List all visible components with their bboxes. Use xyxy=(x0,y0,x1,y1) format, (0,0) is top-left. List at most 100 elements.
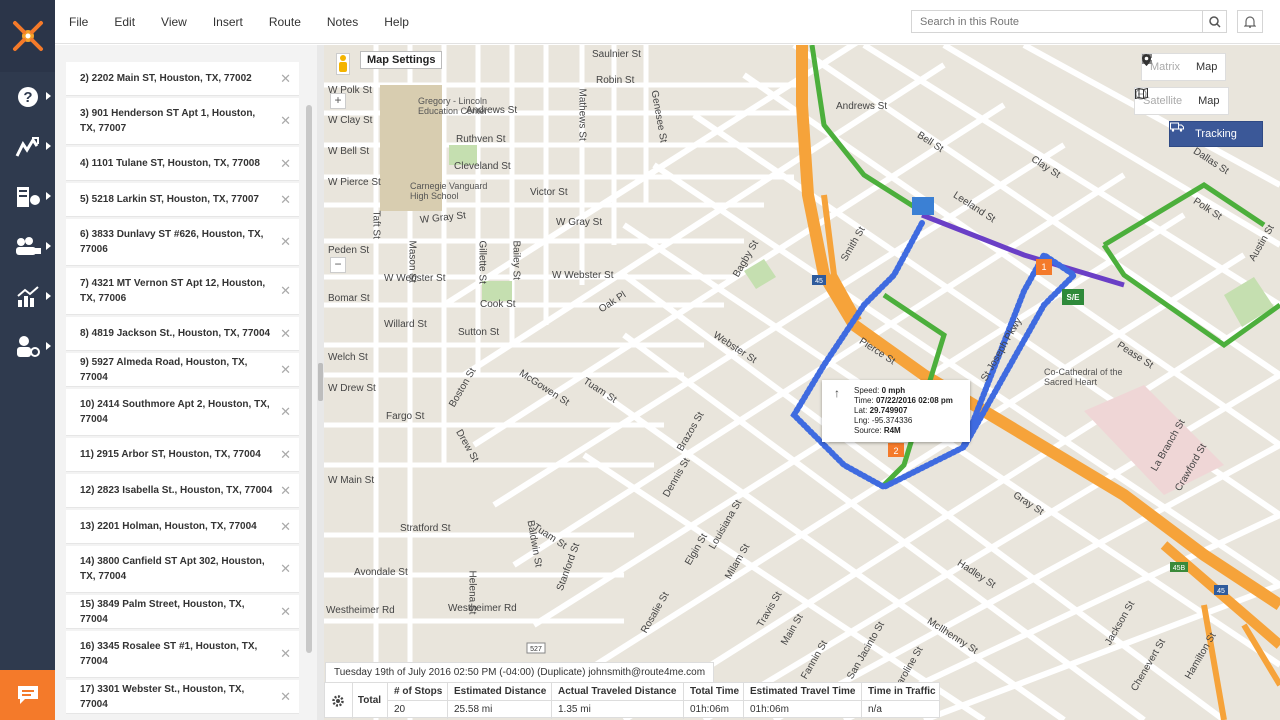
stat-time-in-traffic: Time in Traffic n/a xyxy=(861,683,940,719)
stat-header: # of Stops xyxy=(388,683,447,701)
route4me-logo[interactable] xyxy=(0,0,55,72)
remove-stop-icon[interactable]: ✕ xyxy=(280,283,291,299)
stop-address: 12) 2823 Isabella St., Houston, TX, 7700… xyxy=(80,485,273,496)
stop-1-label: 1 xyxy=(1041,262,1046,272)
list-item[interactable]: 8) 4819 Jackson St., Houston, TX, 77004 ✕ xyxy=(66,317,299,351)
stat-value: 1.35 mi xyxy=(558,704,591,715)
list-item[interactable]: 6) 3833 Dunlavy ST #626, Houston, TX, 77… xyxy=(66,219,299,266)
nav-help[interactable]: ? xyxy=(0,72,55,122)
remove-stop-icon[interactable]: ✕ xyxy=(280,447,291,463)
map-layer-option[interactable]: Map xyxy=(1135,88,1227,107)
panel-splitter[interactable] xyxy=(317,45,324,720)
nav-routes[interactable] xyxy=(0,122,55,172)
remove-stop-icon[interactable]: ✕ xyxy=(280,326,291,342)
map-settings-button[interactable]: Map Settings xyxy=(360,51,443,69)
list-item[interactable]: 15) 3849 Palm Street, Houston, TX, 77004… xyxy=(66,595,299,629)
search-button[interactable] xyxy=(1202,11,1226,32)
list-item[interactable]: 2) 2202 Main ST, Houston, TX, 77002 ✕ xyxy=(66,62,299,96)
view-toggle: Matrix Map xyxy=(1141,53,1227,81)
remove-stop-icon[interactable]: ✕ xyxy=(280,604,291,620)
total-label: Total xyxy=(352,683,386,719)
route-planner-icon xyxy=(16,187,40,207)
nav-route-planner[interactable] xyxy=(0,172,55,222)
tracking-info-popup: ↑ Speed: 0 mph Time: 07/22/2016 02:08 pm… xyxy=(822,380,970,442)
street-label: Peden St xyxy=(328,245,370,256)
list-item[interactable]: 3) 901 Henderson ST Apt 1, Houston, TX, … xyxy=(66,98,299,145)
list-item[interactable]: 14) 3800 Canfield ST Apt 302, Houston, T… xyxy=(66,546,299,593)
remove-stop-icon[interactable]: ✕ xyxy=(280,646,291,662)
poi-label: Co-Cathedral of the Sacred Heart xyxy=(1044,367,1123,387)
stop-address: 15) 3849 Palm Street, Houston, TX, 77004 xyxy=(80,598,245,625)
notifications-button[interactable] xyxy=(1237,10,1263,33)
stop-address: 9) 5927 Almeda Road, Houston, TX, 77004 xyxy=(80,356,248,383)
remove-stop-icon[interactable]: ✕ xyxy=(280,113,291,129)
street-label: Gillette St xyxy=(476,240,488,284)
remove-stop-icon[interactable]: ✕ xyxy=(280,234,291,250)
route-title: Tuesday 19th of July 2016 02:50 PM (-04:… xyxy=(325,662,715,682)
stat-value: 25.58 mi xyxy=(454,704,493,715)
svg-text:?: ? xyxy=(23,89,32,106)
splitter-handle[interactable] xyxy=(318,363,323,401)
list-item[interactable]: 9) 5927 Almeda Road, Houston, TX, 77004 ✕ xyxy=(66,353,299,387)
tracking-button[interactable]: Tracking xyxy=(1169,121,1263,147)
layer-toggle: Satellite Map xyxy=(1134,87,1229,115)
street-label: W Gray St xyxy=(556,217,603,228)
nav-settings[interactable] xyxy=(0,322,55,372)
nav-analytics[interactable] xyxy=(0,272,55,322)
list-item[interactable]: 10) 2414 Southmore Apt 2, Houston, TX, 7… xyxy=(66,389,299,436)
stop-address: 16) 3345 Rosalee ST #1, Houston, TX, 770… xyxy=(80,641,258,667)
map-view-option[interactable]: Map xyxy=(1142,54,1225,73)
remove-stop-icon[interactable]: ✕ xyxy=(280,192,291,208)
stat-header: Estimated Travel Time xyxy=(744,683,861,701)
remove-stop-icon[interactable]: ✕ xyxy=(280,362,291,378)
stops-scrollbar[interactable] xyxy=(306,105,312,653)
remove-stop-icon[interactable]: ✕ xyxy=(280,71,291,87)
lng-value: -95.374336 xyxy=(871,416,913,425)
remove-stop-icon[interactable]: ✕ xyxy=(280,483,291,499)
stat-actual-distance: Actual Traveled Distance 1.35 mi xyxy=(551,683,683,719)
map-label: Map xyxy=(1195,61,1218,73)
remove-stop-icon[interactable]: ✕ xyxy=(280,519,291,535)
list-item[interactable]: 13) 2201 Holman, Houston, TX, 77004 ✕ xyxy=(66,510,299,544)
speed-label: Speed: xyxy=(854,386,880,395)
remove-stop-icon[interactable]: ✕ xyxy=(280,689,291,705)
menu-notes[interactable]: Notes xyxy=(327,15,358,29)
list-item[interactable]: 17) 3301 Webster St., Houston, TX, 77004… xyxy=(66,680,299,714)
remove-stop-icon[interactable]: ✕ xyxy=(280,156,291,172)
stats-settings-button[interactable] xyxy=(325,683,351,719)
route-map[interactable]: 1 S/E 2 45 45 45B 527 Saulnier St Robin … xyxy=(324,45,1280,720)
list-item[interactable]: 11) 2915 Arbor ST, Houston, TX, 77004 ✕ xyxy=(66,438,299,472)
nav-team[interactable] xyxy=(0,222,55,272)
remove-stop-icon[interactable]: ✕ xyxy=(280,404,291,420)
list-item[interactable]: 5) 5218 Larkin ST, Houston, TX, 77007 ✕ xyxy=(66,183,299,217)
list-item[interactable]: 12) 2823 Isabella St., Houston, TX, 7700… xyxy=(66,474,299,508)
map-pin-icon xyxy=(1142,54,1151,66)
menu-insert[interactable]: Insert xyxy=(213,15,243,29)
zoom-in-button[interactable]: + xyxy=(330,93,346,109)
popup-lng-row: Lng: -95.374336 xyxy=(854,416,964,426)
chat-button[interactable] xyxy=(0,670,55,720)
stop-address: 11) 2915 Arbor ST, Houston, TX, 77004 xyxy=(80,449,261,460)
street-label: Westheimer Rd xyxy=(448,603,517,614)
street-label: Fargo St xyxy=(386,411,425,422)
stop-address: 17) 3301 Webster St., Houston, TX, 77004 xyxy=(80,683,245,710)
menu-edit[interactable]: Edit xyxy=(114,15,135,29)
menu-help[interactable]: Help xyxy=(384,15,409,29)
list-item[interactable]: 4) 1101 Tulane ST, Houston, TX, 77008 ✕ xyxy=(66,147,299,181)
lng-label: Lng: xyxy=(854,416,870,425)
street-label: Willard St xyxy=(384,319,427,330)
menu-file[interactable]: File xyxy=(69,15,88,29)
street-view-pegman[interactable] xyxy=(336,53,350,75)
remove-stop-icon[interactable]: ✕ xyxy=(280,561,291,577)
search-input[interactable] xyxy=(912,11,1200,32)
route-search xyxy=(911,10,1227,33)
heading-arrow-icon: ↑ xyxy=(834,386,840,400)
zoom-out-button[interactable]: − xyxy=(330,257,346,273)
menu-view[interactable]: View xyxy=(161,15,187,29)
stat-header: Time in Traffic xyxy=(862,683,940,701)
list-item[interactable]: 16) 3345 Rosalee ST #1, Houston, TX, 770… xyxy=(66,631,299,678)
list-item[interactable]: 7) 4321 MT Vernon ST Apt 12, Houston, TX… xyxy=(66,268,299,315)
street-label: Avondale St xyxy=(354,567,408,578)
menu-route[interactable]: Route xyxy=(269,15,301,29)
street-label: Ruthven St xyxy=(456,134,506,145)
